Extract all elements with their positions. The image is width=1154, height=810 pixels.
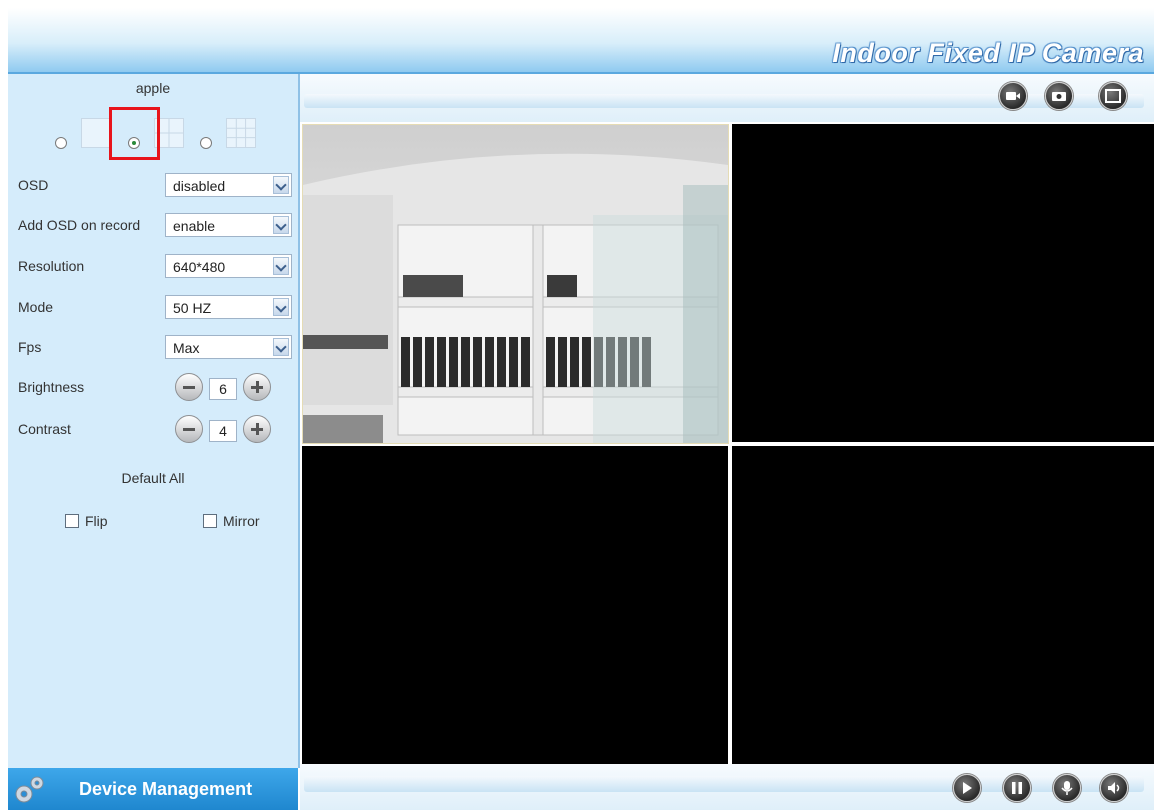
fps-select[interactable]: Max xyxy=(165,335,292,359)
brightness-plus-button[interactable] xyxy=(243,373,271,401)
osd-value: disabled xyxy=(173,178,226,194)
add-osd-select[interactable]: enable xyxy=(165,213,292,237)
video-pane-3[interactable] xyxy=(302,446,728,764)
video-pane-1[interactable] xyxy=(302,124,729,444)
nine-view-icon[interactable] xyxy=(226,118,256,148)
record-icon[interactable] xyxy=(999,82,1027,110)
contrast-stepper: 4 xyxy=(175,415,299,445)
video-pane-2[interactable] xyxy=(732,124,1154,442)
device-management-button[interactable]: Device Management xyxy=(8,768,298,810)
play-icon[interactable] xyxy=(953,774,981,802)
osd-row: OSD disabled xyxy=(18,173,292,199)
contrast-minus-button[interactable] xyxy=(175,415,203,443)
add-osd-value: enable xyxy=(173,218,216,234)
gear-icon xyxy=(15,776,44,803)
flip-label: Flip xyxy=(85,513,108,529)
chevron-down-icon[interactable] xyxy=(273,298,289,316)
osd-label: OSD xyxy=(18,177,49,193)
contrast-plus-button[interactable] xyxy=(243,415,271,443)
resolution-select[interactable]: 640*480 xyxy=(165,254,292,278)
chevron-down-icon[interactable] xyxy=(273,216,289,234)
device-management-label: Device Management xyxy=(79,779,253,799)
mirror-label: Mirror xyxy=(223,513,260,529)
brightness-stepper: 6 xyxy=(175,373,299,403)
video-grid xyxy=(302,124,1154,764)
default-all-button[interactable]: Default All xyxy=(8,470,298,486)
contrast-label: Contrast xyxy=(18,421,71,437)
resolution-value: 640*480 xyxy=(173,259,226,275)
resolution-label: Resolution xyxy=(18,258,85,274)
brightness-label: Brightness xyxy=(18,379,85,395)
snapshot-icon[interactable] xyxy=(1045,82,1073,110)
talk-icon[interactable] xyxy=(1053,774,1081,802)
fps-row: Fps Max xyxy=(18,335,292,361)
mode-label: Mode xyxy=(18,299,54,315)
layout-highlight-box xyxy=(109,107,160,160)
layout-single-radio[interactable] xyxy=(55,137,67,149)
layout-nine-radio[interactable] xyxy=(200,137,212,149)
mirror-checkbox[interactable] xyxy=(203,514,217,528)
mode-row: Mode 50 HZ xyxy=(18,295,292,321)
contrast-row: Contrast 4 xyxy=(18,415,292,443)
top-toolbar xyxy=(300,74,1154,122)
add-osd-row: Add OSD on record enable xyxy=(18,213,292,239)
bottom-toolbar xyxy=(300,764,1154,810)
sidebar: apple OSD disabled Add OSD on record ena… xyxy=(8,74,300,768)
brightness-value[interactable]: 6 xyxy=(209,378,237,400)
pause-icon[interactable] xyxy=(1003,774,1031,802)
video-pane-4[interactable] xyxy=(732,446,1154,764)
product-title: Indoor Fixed IP Camera xyxy=(832,38,1144,68)
camera-feed-image xyxy=(303,125,728,443)
osd-select[interactable]: disabled xyxy=(165,173,292,197)
chevron-down-icon[interactable] xyxy=(273,338,289,356)
fps-label: Fps xyxy=(18,339,42,355)
brightness-row: Brightness 6 xyxy=(18,373,292,401)
chevron-down-icon[interactable] xyxy=(273,176,289,194)
mode-value: 50 HZ xyxy=(173,300,212,316)
fullscreen-icon[interactable] xyxy=(1099,82,1127,110)
mode-select[interactable]: 50 HZ xyxy=(165,295,292,319)
chevron-down-icon[interactable] xyxy=(273,257,289,275)
single-view-icon[interactable] xyxy=(81,118,111,148)
add-osd-label: Add OSD on record xyxy=(18,217,141,233)
camera-name: apple xyxy=(135,80,171,96)
fps-value: Max xyxy=(173,340,200,356)
header-banner: Indoor Fixed IP Camera xyxy=(8,8,1154,72)
resolution-row: Resolution 640*480 xyxy=(18,254,292,280)
audio-icon[interactable] xyxy=(1100,774,1128,802)
flip-checkbox[interactable] xyxy=(65,514,79,528)
contrast-value[interactable]: 4 xyxy=(209,420,237,442)
brightness-minus-button[interactable] xyxy=(175,373,203,401)
